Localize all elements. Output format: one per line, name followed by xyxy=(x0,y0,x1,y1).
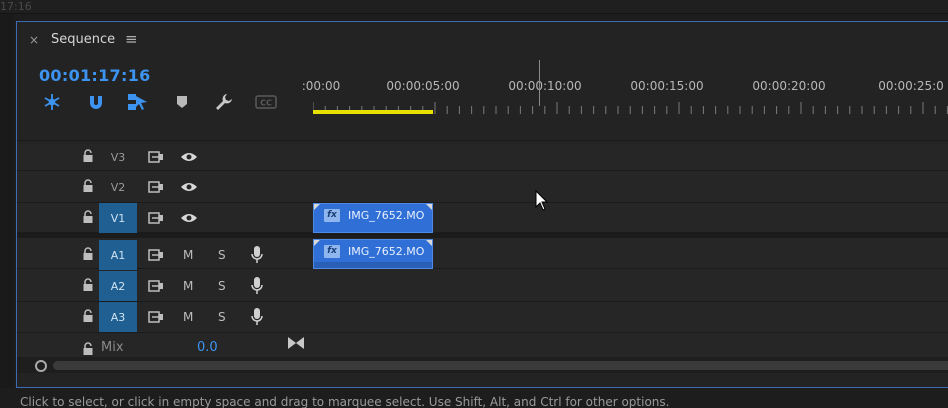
sync-lock-icon[interactable] xyxy=(148,310,164,324)
track-target-a1[interactable]: A1 xyxy=(99,240,137,270)
timeline-scrollbar[interactable] xyxy=(17,357,948,373)
lock-icon[interactable] xyxy=(81,179,95,193)
lock-icon[interactable] xyxy=(81,149,95,163)
mouse-cursor-icon xyxy=(535,190,549,211)
top-panel-strip: 17:16 xyxy=(0,0,948,14)
ruler-label: 00:00:10:00 xyxy=(508,79,582,93)
lock-icon[interactable] xyxy=(81,247,95,261)
clip-corner-marker xyxy=(426,204,432,210)
close-tab-icon[interactable]: × xyxy=(29,33,39,47)
video-clip[interactable]: fx IMG_7652.MO xyxy=(313,203,433,233)
playhead-timecode[interactable]: 00:01:17:16 xyxy=(39,66,151,85)
insert-nest-icon[interactable] xyxy=(41,92,63,112)
track-header-a1: A1 M S xyxy=(17,240,313,270)
eye-icon[interactable] xyxy=(180,212,198,224)
solo-track-button[interactable]: S xyxy=(218,310,226,324)
sequence-panel: × Sequence ≡ 00:01:17:16 CC :00:00 00:00… xyxy=(16,21,948,388)
eye-icon[interactable] xyxy=(180,181,198,193)
track-header-a2: A2 M S xyxy=(17,271,313,301)
lock-icon[interactable] xyxy=(81,342,95,356)
track-header-v2: V2 xyxy=(17,172,313,202)
clip-corner-marker xyxy=(314,204,320,210)
ruler-label: :00:00 xyxy=(301,79,341,93)
mix-volume-value[interactable]: 0.0 xyxy=(197,340,218,355)
add-marker-icon[interactable] xyxy=(171,92,193,112)
audio-waveform xyxy=(314,262,432,268)
track-target-v3[interactable]: V3 xyxy=(99,142,137,172)
audio-clip[interactable]: fx IMG_7652.MO xyxy=(313,239,433,269)
scroll-track[interactable] xyxy=(53,361,948,370)
track-header-a3: A3 M S xyxy=(17,302,313,332)
playhead[interactable] xyxy=(539,60,540,106)
lock-icon[interactable] xyxy=(81,309,95,323)
tab-sequence[interactable]: Sequence xyxy=(51,32,115,47)
mute-track-button[interactable]: M xyxy=(183,248,193,262)
wrench-icon[interactable] xyxy=(213,92,235,112)
mix-label: Mix xyxy=(101,340,124,355)
microphone-icon[interactable] xyxy=(250,307,264,326)
sync-lock-icon[interactable] xyxy=(148,211,164,225)
panel-menu-icon[interactable]: ≡ xyxy=(125,30,138,48)
track-separator xyxy=(17,140,948,141)
sync-lock-icon[interactable] xyxy=(148,180,164,194)
go-to-in-out-icon[interactable] xyxy=(287,336,305,350)
microphone-icon[interactable] xyxy=(250,276,264,295)
track-target-v2[interactable]: V2 xyxy=(99,172,137,202)
track-target-a2[interactable]: A2 xyxy=(99,271,137,301)
zoom-handle[interactable] xyxy=(35,360,47,372)
panel-tab-bar: × Sequence ≡ xyxy=(17,22,948,58)
lock-icon[interactable] xyxy=(81,278,95,292)
captions-icon[interactable]: CC xyxy=(255,92,277,112)
solo-track-button[interactable]: S xyxy=(218,279,226,293)
mute-track-button[interactable]: M xyxy=(183,279,193,293)
ruler-label: 00:00:20:00 xyxy=(752,79,826,93)
sync-lock-icon[interactable] xyxy=(148,150,164,164)
eye-icon[interactable] xyxy=(180,151,198,163)
microphone-icon[interactable] xyxy=(250,245,264,264)
lock-icon[interactable] xyxy=(81,210,95,224)
fx-badge-icon: fx xyxy=(324,245,340,258)
svg-text:CC: CC xyxy=(260,99,272,108)
top-timecode-fragment: 17:16 xyxy=(0,0,32,13)
track-target-v1[interactable]: V1 xyxy=(99,203,137,233)
time-ruler[interactable]: :00:00 00:00:05:00 00:00:10:00 00:00:15:… xyxy=(302,58,948,144)
clip-corner-marker xyxy=(426,240,432,246)
solo-track-button[interactable]: S xyxy=(218,248,226,262)
track-header-v1: V1 xyxy=(17,203,313,233)
clip-name: IMG_7652.MO xyxy=(348,245,425,258)
ruler-label: 00:00:25:0 xyxy=(878,79,944,93)
work-area-bar[interactable] xyxy=(313,110,433,114)
premiere-window: 17:16 × Sequence ≡ 00:01:17:16 CC:00:00… xyxy=(0,0,948,408)
clip-corner-marker xyxy=(314,240,320,246)
ruler-label: 00:00:05:00 xyxy=(386,79,460,93)
status-bar-text: Click to select, or click in empty space… xyxy=(20,395,670,408)
left-gutter xyxy=(0,14,14,388)
mute-track-button[interactable]: M xyxy=(183,310,193,324)
ruler-label: 00:00:15:00 xyxy=(630,79,704,93)
fx-badge-icon: fx xyxy=(324,209,340,222)
track-header-v3: V3 xyxy=(17,142,313,172)
track-target-a3[interactable]: A3 xyxy=(99,302,137,332)
sync-lock-icon[interactable] xyxy=(148,279,164,293)
linked-selection-icon[interactable] xyxy=(127,92,149,112)
track-separator xyxy=(17,332,948,333)
snap-icon[interactable] xyxy=(85,92,107,112)
clip-name: IMG_7652.MO xyxy=(348,209,425,222)
sync-lock-icon[interactable] xyxy=(148,248,164,262)
